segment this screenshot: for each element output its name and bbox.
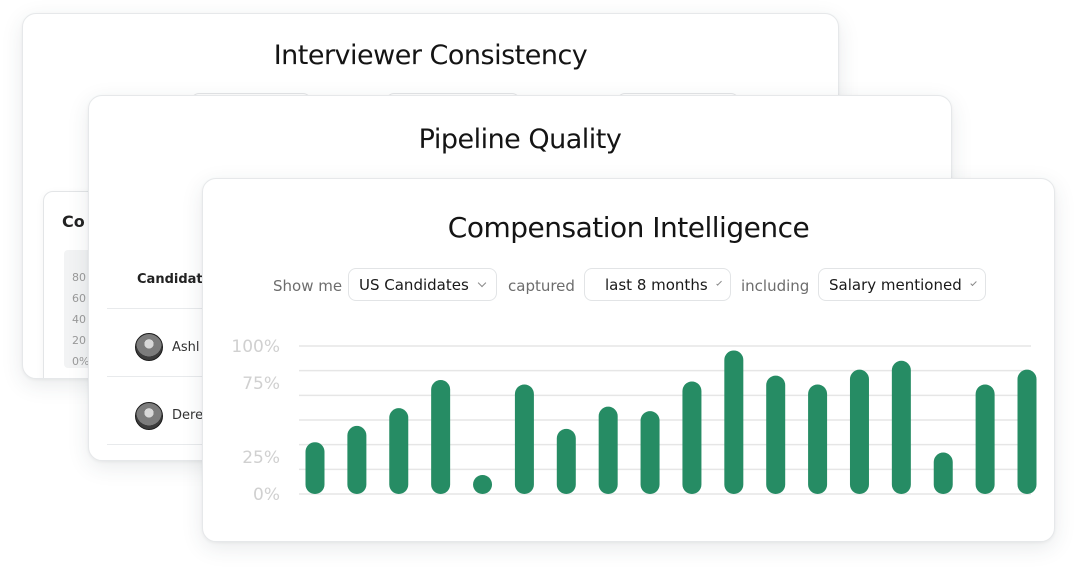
y-tick-label: 0% bbox=[253, 485, 280, 505]
y-tick-label: 25% bbox=[242, 448, 280, 468]
y-tick-label: 40 bbox=[72, 313, 86, 326]
chart-bar bbox=[766, 375, 786, 494]
y-tick-label: 20 bbox=[72, 334, 86, 347]
chart-bar bbox=[431, 380, 451, 494]
chart-bar bbox=[933, 452, 953, 494]
chart-bar bbox=[808, 384, 828, 494]
compensation-bar-chart: 100% 75% 25% 0% bbox=[231, 337, 1037, 505]
chart-bar bbox=[598, 406, 618, 494]
chart-bar bbox=[473, 475, 493, 494]
pipeline-quality-title: Pipeline Quality bbox=[418, 124, 622, 155]
chart-bar bbox=[975, 384, 995, 494]
chart-bar bbox=[682, 381, 702, 494]
y-tick-label: 60 bbox=[72, 292, 86, 305]
y-tick-label: 80 bbox=[72, 271, 86, 284]
chart-bar bbox=[347, 425, 367, 494]
chart-bar bbox=[640, 411, 660, 494]
chart-bar bbox=[389, 408, 409, 494]
chart-bar bbox=[1017, 369, 1037, 494]
avatar bbox=[135, 333, 163, 361]
chart-bar bbox=[305, 442, 325, 494]
chart-bar bbox=[724, 350, 744, 494]
candidate-column-header: Candidate bbox=[137, 272, 212, 287]
y-tick-label: 75% bbox=[242, 374, 280, 394]
chart-bar bbox=[556, 428, 576, 494]
avatar bbox=[135, 402, 163, 430]
mini-panel-title: Co bbox=[62, 212, 85, 231]
candidate-name[interactable]: Ashl bbox=[172, 340, 200, 355]
chart-bar bbox=[514, 384, 534, 494]
y-tick-label: 0% bbox=[72, 355, 90, 368]
interviewer-consistency-title: Interviewer Consistency bbox=[273, 40, 588, 71]
chart-bar bbox=[849, 369, 869, 494]
y-tick-label: 100% bbox=[231, 337, 280, 357]
chart-bar bbox=[891, 360, 911, 494]
compensation-intelligence-card: Compensation Intelligence Show me US Can… bbox=[202, 178, 1055, 542]
candidate-name[interactable]: Dere bbox=[172, 408, 203, 423]
